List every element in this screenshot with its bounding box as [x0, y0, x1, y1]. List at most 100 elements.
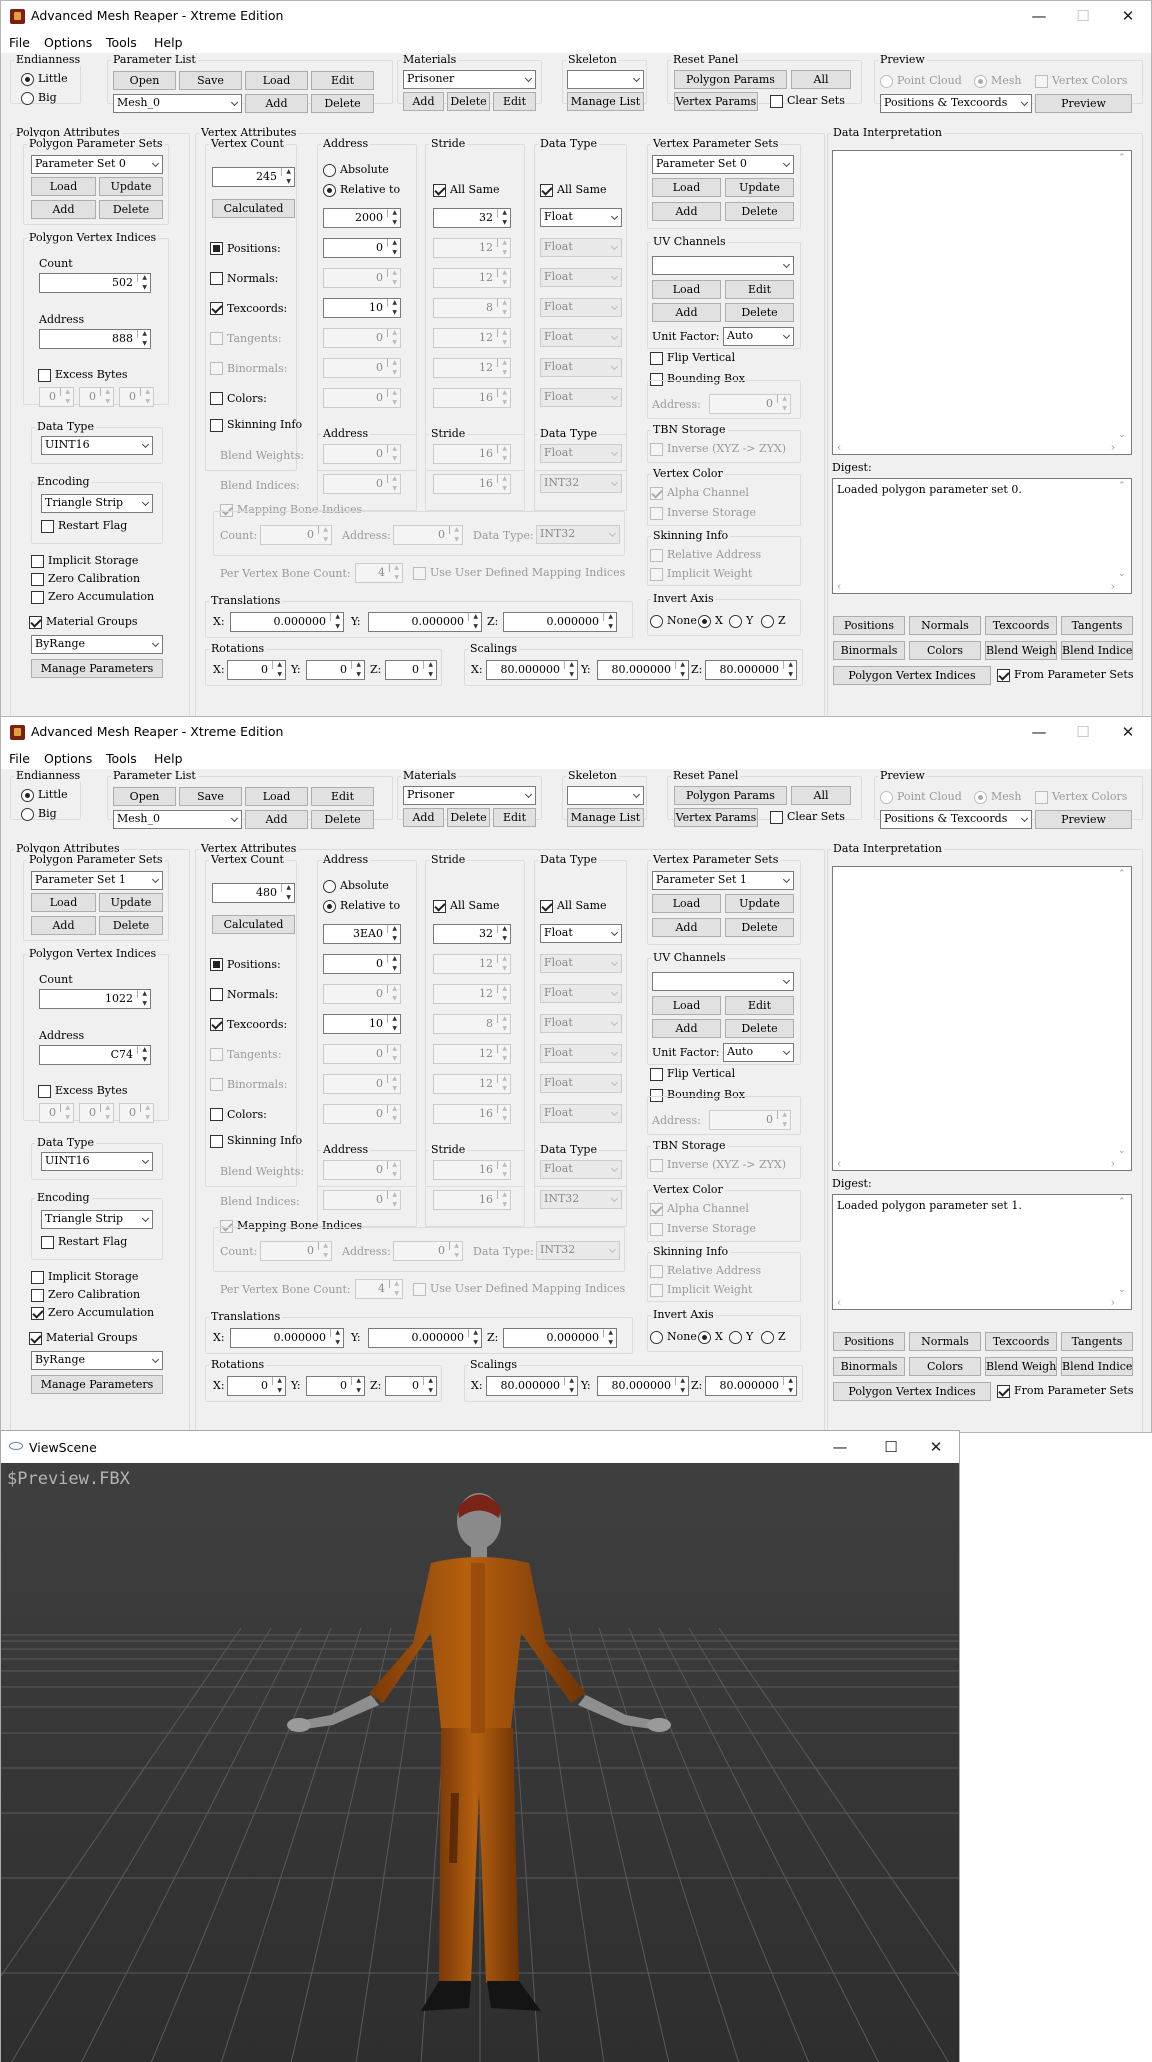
digest-textarea[interactable]: Loaded polygon parameter set 1.	[832, 1194, 1132, 1310]
mesh-dropdown[interactable]: Mesh_0	[113, 94, 242, 113]
manage-parameters-button[interactable]: Manage Parameters	[31, 1375, 163, 1394]
interp-polygon-vertex-indices-button[interactable]: Polygon Vertex Indices	[833, 1382, 991, 1401]
scaling-y[interactable]: 80.000000	[597, 1376, 689, 1396]
load-button[interactable]: Load	[245, 787, 308, 806]
menu-file[interactable]: File	[9, 35, 30, 50]
implicit-storage-checkbox[interactable]	[31, 1271, 44, 1284]
rotation-x[interactable]: 0	[227, 1376, 286, 1396]
skeleton-dropdown[interactable]	[567, 70, 644, 89]
data-type-dropdown[interactable]: UINT16	[41, 1152, 153, 1171]
open-button[interactable]: Open	[113, 787, 176, 806]
address-spinner[interactable]: C74	[39, 1045, 151, 1065]
zero-calibration-checkbox[interactable]	[31, 1289, 44, 1302]
uv-channel-dropdown[interactable]	[652, 972, 794, 991]
count-spinner[interactable]: 502	[39, 273, 151, 293]
invert-z-radio[interactable]	[761, 1331, 774, 1344]
interp-normals-button[interactable]: Normals	[909, 616, 981, 635]
interp-positions-button[interactable]: Positions	[833, 1332, 905, 1351]
interpretation-textarea[interactable]	[832, 150, 1132, 455]
interpretation-vscroll[interactable]	[1118, 869, 1129, 1156]
scaling-x[interactable]: 80.000000	[486, 660, 578, 680]
preview-button[interactable]: Preview	[1035, 94, 1132, 113]
attr-address-2[interactable]: 10	[323, 298, 401, 318]
open-button[interactable]: Open	[113, 71, 176, 90]
attr-checkbox-5[interactable]	[210, 392, 223, 405]
digest-vscroll[interactable]	[1118, 481, 1129, 579]
materials-edit-button[interactable]: Edit	[493, 808, 536, 827]
rotation-z[interactable]: 0	[385, 1376, 437, 1396]
flip-vertical-checkbox[interactable]	[650, 1068, 663, 1081]
menu-help[interactable]: Help	[154, 35, 183, 50]
attr-checkbox-2[interactable]	[210, 1018, 223, 1031]
type-dropdown[interactable]: Float	[540, 208, 622, 227]
zero-accumulation-checkbox[interactable]	[31, 591, 44, 604]
vertex-set-add-button[interactable]: Add	[652, 918, 721, 937]
scaling-x[interactable]: 80.000000	[486, 1376, 578, 1396]
delete-button[interactable]: Delete	[311, 810, 374, 829]
attr-checkbox-1[interactable]	[210, 988, 223, 1001]
from-parameter-sets-checkbox[interactable]	[997, 669, 1010, 682]
attr-checkbox-0[interactable]	[210, 958, 223, 971]
relative-address-spinner[interactable]: 2000	[323, 208, 401, 228]
maximize-icon[interactable]: ☐	[1068, 720, 1098, 744]
polygon-set-dropdown[interactable]: Parameter Set 0	[31, 155, 163, 174]
viewscene-close-icon[interactable]: ✕	[921, 1435, 951, 1459]
reset-all-button[interactable]: All	[791, 70, 851, 89]
big-endian-radio[interactable]	[21, 808, 34, 821]
maximize-icon[interactable]: ☐	[1068, 4, 1098, 28]
vertex-count-spinner[interactable]: 480	[212, 883, 295, 903]
interp-tangents-button[interactable]: Tangents	[1061, 1332, 1133, 1351]
interp-colors-button[interactable]: Colors	[909, 1357, 981, 1376]
encoding-dropdown[interactable]: Triangle Strip	[41, 494, 153, 513]
count-spinner[interactable]: 1022	[39, 989, 151, 1009]
vertex-params-button[interactable]: Vertex Params	[674, 92, 758, 111]
little-endian-radio[interactable]	[21, 789, 34, 802]
minimize-icon[interactable]: —	[1024, 4, 1054, 28]
excess-bytes-checkbox[interactable]	[38, 1085, 51, 1098]
zero-accumulation-checkbox[interactable]	[31, 1307, 44, 1320]
uv-add-button[interactable]: Add	[652, 1019, 721, 1038]
interpretation-hscroll[interactable]	[835, 442, 1117, 453]
menu-file[interactable]: File	[9, 751, 30, 766]
unit-factor-dropdown[interactable]: Auto	[723, 327, 794, 346]
uv-load-button[interactable]: Load	[652, 280, 721, 299]
rotation-y[interactable]: 0	[306, 660, 365, 680]
menu-tools[interactable]: Tools	[106, 35, 137, 50]
preview-mode-dropdown[interactable]: Positions & Texcoords	[880, 94, 1032, 113]
attr-address-0[interactable]: 0	[323, 954, 401, 974]
polygon-set-load-button[interactable]: Load	[31, 893, 96, 912]
big-endian-radio[interactable]	[21, 92, 34, 105]
menu-help[interactable]: Help	[154, 751, 183, 766]
absolute-radio[interactable]	[323, 164, 336, 177]
add-button[interactable]: Add	[245, 810, 308, 829]
rotation-x[interactable]: 0	[227, 660, 286, 680]
digest-hscroll[interactable]	[835, 1297, 1117, 1308]
preview-button[interactable]: Preview	[1035, 810, 1132, 829]
polygon-set-add-button[interactable]: Add	[31, 200, 96, 219]
materials-add-button[interactable]: Add	[403, 92, 444, 111]
vertex-set-update-button[interactable]: Update	[725, 894, 794, 913]
preview-mode-dropdown[interactable]: Positions & Texcoords	[880, 810, 1032, 829]
scaling-z[interactable]: 80.000000	[705, 1376, 797, 1396]
stride-all-same-checkbox[interactable]	[433, 184, 446, 197]
uv-channel-dropdown[interactable]	[652, 256, 794, 275]
flip-vertical-checkbox[interactable]	[650, 352, 663, 365]
group-mode-dropdown[interactable]: ByRange	[31, 1351, 163, 1370]
materials-delete-button[interactable]: Delete	[447, 92, 490, 111]
type-all-same-checkbox[interactable]	[540, 184, 553, 197]
skinning-info-checkbox[interactable]	[210, 419, 223, 432]
attr-checkbox-0[interactable]	[210, 242, 223, 255]
polygon-params-button[interactable]: Polygon Params	[674, 786, 787, 805]
interp-blend-indices-button[interactable]: Blend Indices	[1061, 1357, 1133, 1376]
material-groups-checkbox[interactable]	[29, 616, 42, 629]
materials-dropdown[interactable]: Prisoner	[403, 70, 536, 89]
restart-flag-checkbox[interactable]	[41, 520, 54, 533]
invert-y-radio[interactable]	[729, 1331, 742, 1344]
minimize-icon[interactable]: —	[1024, 720, 1054, 744]
polygon-set-delete-button[interactable]: Delete	[99, 200, 163, 219]
interp-normals-button[interactable]: Normals	[909, 1332, 981, 1351]
rotation-y[interactable]: 0	[306, 1376, 365, 1396]
vertex-params-button[interactable]: Vertex Params	[674, 808, 758, 827]
attr-address-0[interactable]: 0	[323, 238, 401, 258]
group-mode-dropdown[interactable]: ByRange	[31, 635, 163, 654]
